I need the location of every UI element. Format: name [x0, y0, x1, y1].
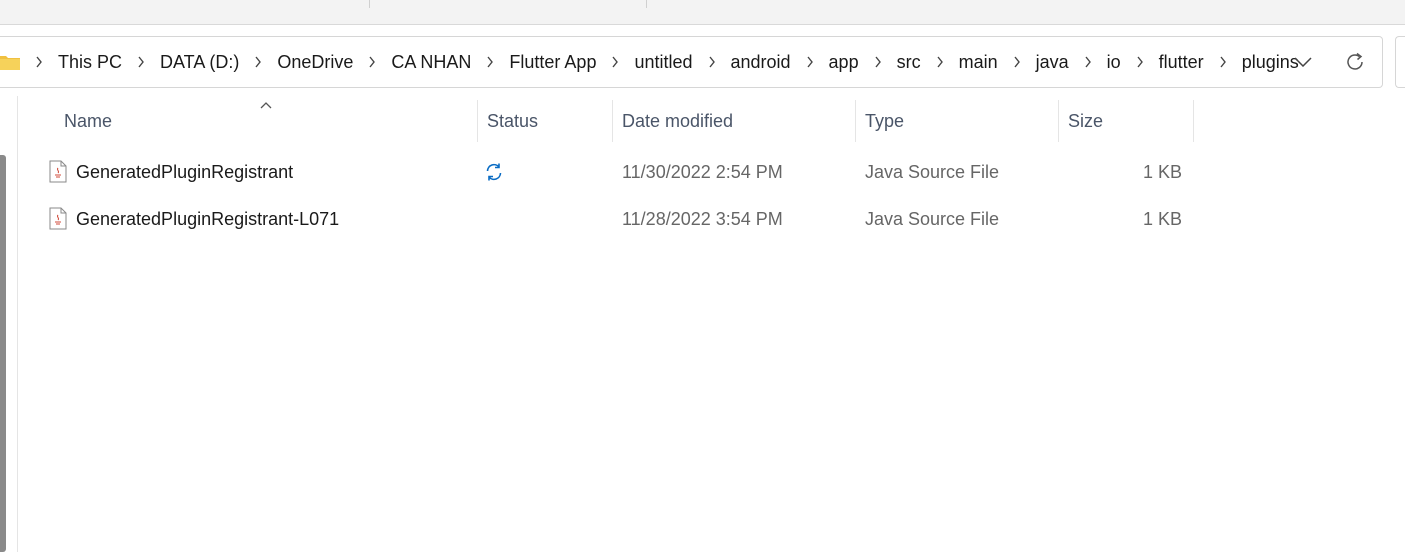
chevron-right-icon[interactable] — [921, 56, 959, 68]
breadcrumb-main[interactable]: main — [959, 52, 998, 73]
address-bar[interactable]: This PC DATA (D:) OneDrive CA NHAN Flutt… — [0, 36, 1383, 88]
column-divider[interactable] — [1058, 100, 1059, 142]
breadcrumb-flutter[interactable]: flutter — [1159, 52, 1204, 73]
breadcrumb-app[interactable]: app — [829, 52, 859, 73]
chevron-right-icon[interactable] — [998, 56, 1036, 68]
chevron-down-icon[interactable] — [1291, 50, 1315, 74]
breadcrumb-flutter-app[interactable]: Flutter App — [509, 52, 596, 73]
file-row[interactable]: GeneratedPluginRegistrant 11/30/2022 2:5… — [40, 150, 1195, 194]
chevron-right-icon[interactable] — [471, 56, 509, 68]
column-divider[interactable] — [612, 100, 613, 142]
breadcrumb-data-drive[interactable]: DATA (D:) — [160, 52, 239, 73]
chevron-right-icon[interactable] — [859, 56, 897, 68]
chevron-right-icon[interactable] — [122, 56, 160, 68]
chevron-right-icon[interactable] — [1204, 56, 1242, 68]
chevron-right-icon[interactable] — [596, 56, 634, 68]
chevron-right-icon[interactable] — [693, 56, 731, 68]
file-date-modified: 11/28/2022 3:54 PM — [622, 208, 783, 229]
file-size: 1 KB — [1142, 161, 1182, 182]
sync-icon — [484, 150, 504, 194]
folder-icon — [0, 54, 20, 70]
chevron-right-icon[interactable] — [791, 56, 829, 68]
chevron-right-icon[interactable] — [1121, 56, 1159, 68]
tab-separator — [369, 0, 370, 8]
breadcrumb-android[interactable]: android — [731, 52, 791, 73]
breadcrumb-io[interactable]: io — [1107, 52, 1121, 73]
java-file-icon — [49, 207, 67, 230]
breadcrumb-src[interactable]: src — [897, 52, 921, 73]
file-type: Java Source File — [865, 208, 1000, 229]
chevron-right-icon[interactable] — [20, 56, 58, 68]
column-header-size[interactable]: Size — [1068, 100, 1103, 142]
file-type: Java Source File — [865, 161, 1000, 182]
column-divider[interactable] — [855, 100, 856, 142]
file-name: GeneratedPluginRegistrant — [76, 161, 294, 182]
java-file-icon — [49, 160, 67, 183]
file-date-modified: 11/30/2022 2:54 PM — [622, 161, 783, 182]
column-header-name[interactable]: Name — [64, 100, 112, 142]
navigation-pane-scrollbar[interactable] — [0, 155, 6, 552]
tab-separator — [646, 0, 647, 8]
file-name: GeneratedPluginRegistrant-L071 — [76, 208, 340, 229]
chevron-right-icon[interactable] — [1069, 56, 1107, 68]
refresh-icon[interactable] — [1342, 49, 1368, 75]
column-divider[interactable] — [1193, 100, 1194, 142]
chevron-right-icon[interactable] — [353, 56, 391, 68]
column-header-status[interactable]: Status — [487, 100, 538, 142]
search-box[interactable] — [1395, 36, 1405, 88]
breadcrumb-java[interactable]: java — [1036, 52, 1069, 73]
breadcrumb: This PC DATA (D:) OneDrive CA NHAN Flutt… — [0, 37, 1299, 87]
chevron-right-icon[interactable] — [239, 56, 277, 68]
breadcrumb-onedrive[interactable]: OneDrive — [277, 52, 353, 73]
file-size: 1 KB — [1142, 208, 1182, 229]
file-row[interactable]: GeneratedPluginRegistrant-L071 11/28/202… — [40, 197, 1195, 241]
breadcrumb-this-pc[interactable]: This PC — [58, 52, 122, 73]
tab-strip — [0, 0, 1405, 25]
column-header-type[interactable]: Type — [865, 100, 904, 142]
breadcrumb-ca-nhan[interactable]: CA NHAN — [391, 52, 471, 73]
sort-ascending-icon — [259, 97, 273, 109]
column-header-date-modified[interactable]: Date modified — [622, 100, 733, 142]
breadcrumb-untitled[interactable]: untitled — [634, 52, 692, 73]
column-divider[interactable] — [477, 100, 478, 142]
